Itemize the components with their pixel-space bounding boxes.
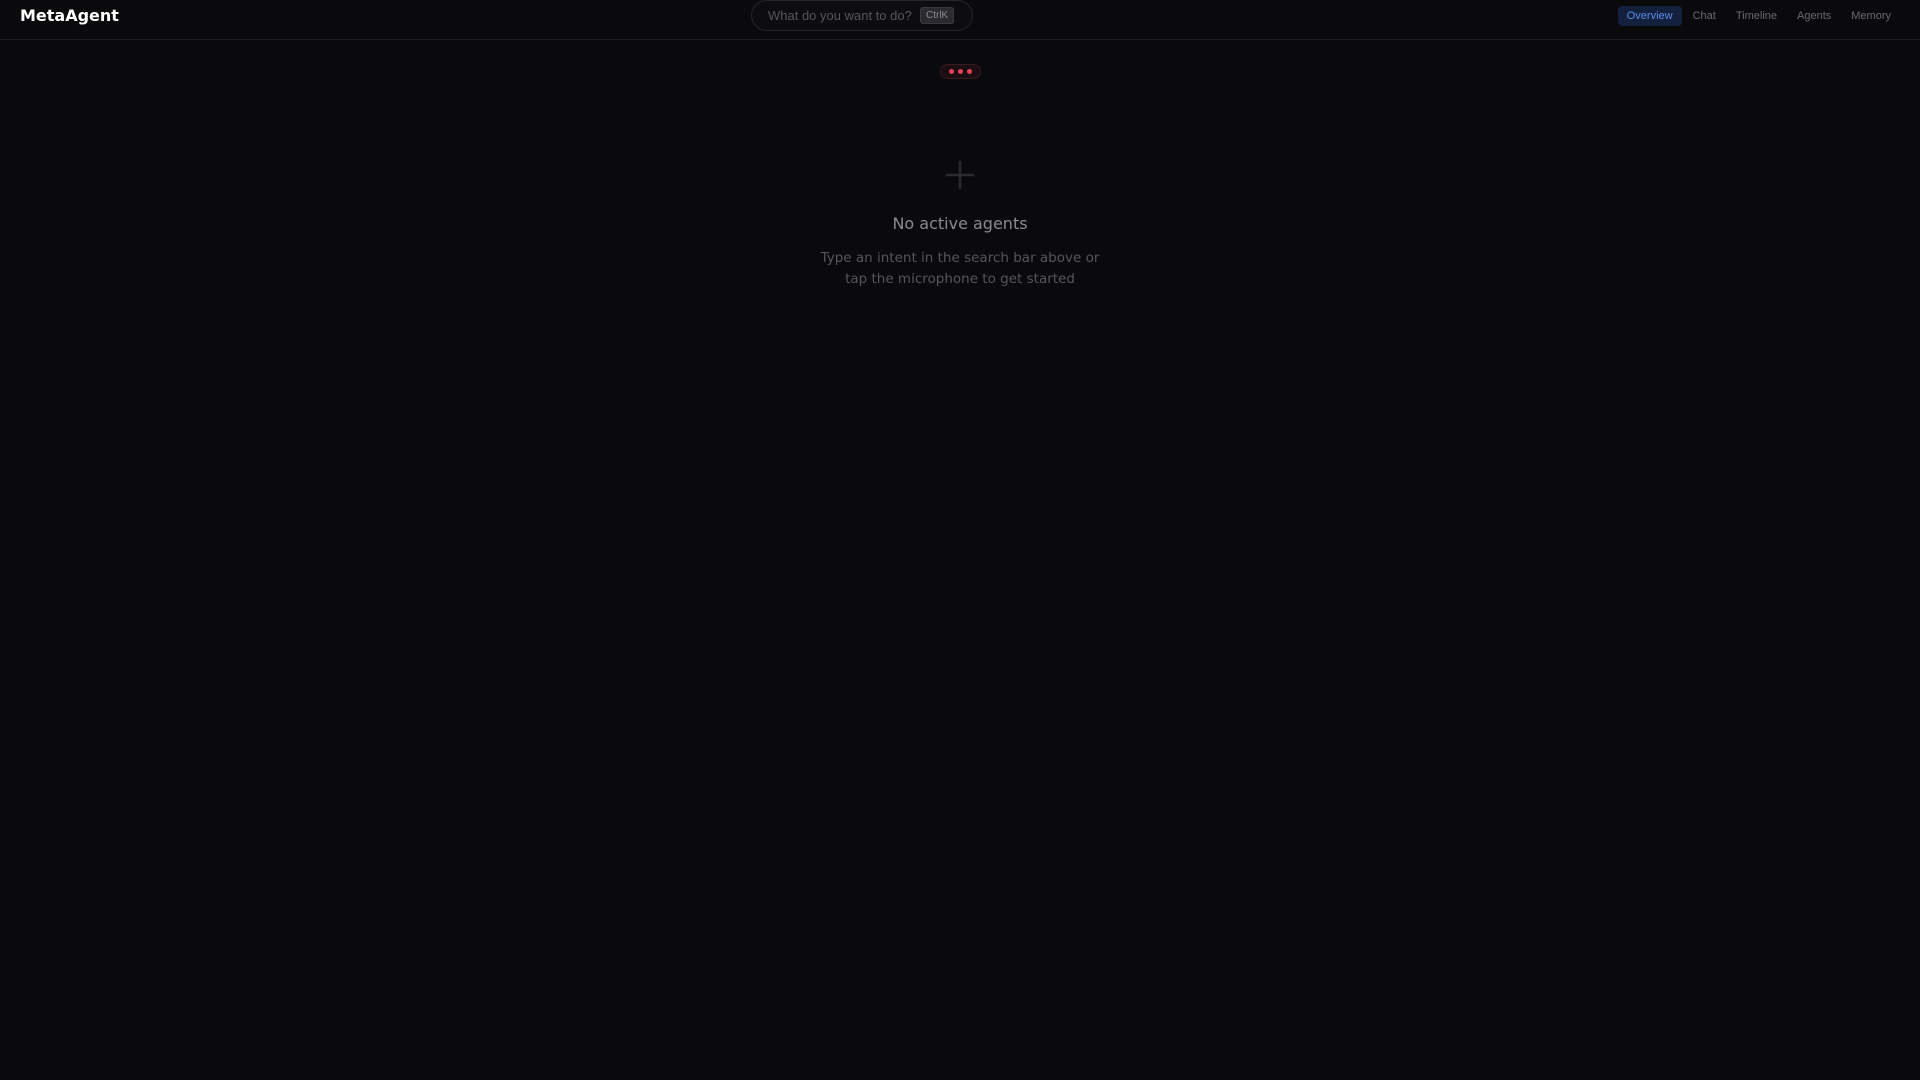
plus-icon [945, 160, 975, 190]
tab-timeline[interactable]: Timeline [1727, 6, 1786, 26]
app-title: MetaAgent [20, 6, 119, 25]
status-dot [958, 69, 963, 74]
tab-overview[interactable]: Overview [1617, 6, 1682, 26]
three-dots-icon[interactable] [940, 64, 981, 79]
shortcut-badge: CtrlK [920, 7, 955, 24]
empty-state-title: No active agents [892, 214, 1028, 233]
top-bar: MetaAgent CtrlK Overview Chat Timeline A… [0, 0, 1920, 40]
search-input[interactable] [768, 8, 914, 23]
status-dot [967, 69, 972, 74]
search-bar[interactable]: CtrlK [751, 0, 973, 31]
status-dot [949, 69, 954, 74]
empty-state: No active agents Type an intent in the s… [760, 160, 1160, 290]
tab-memory[interactable]: Memory [1842, 6, 1900, 26]
main-nav: Overview Chat Timeline Agents Memory [1617, 6, 1900, 26]
tab-chat[interactable]: Chat [1684, 6, 1725, 26]
empty-state-subtitle: Type an intent in the search bar above o… [820, 250, 1100, 287]
tab-agents[interactable]: Agents [1788, 6, 1840, 26]
